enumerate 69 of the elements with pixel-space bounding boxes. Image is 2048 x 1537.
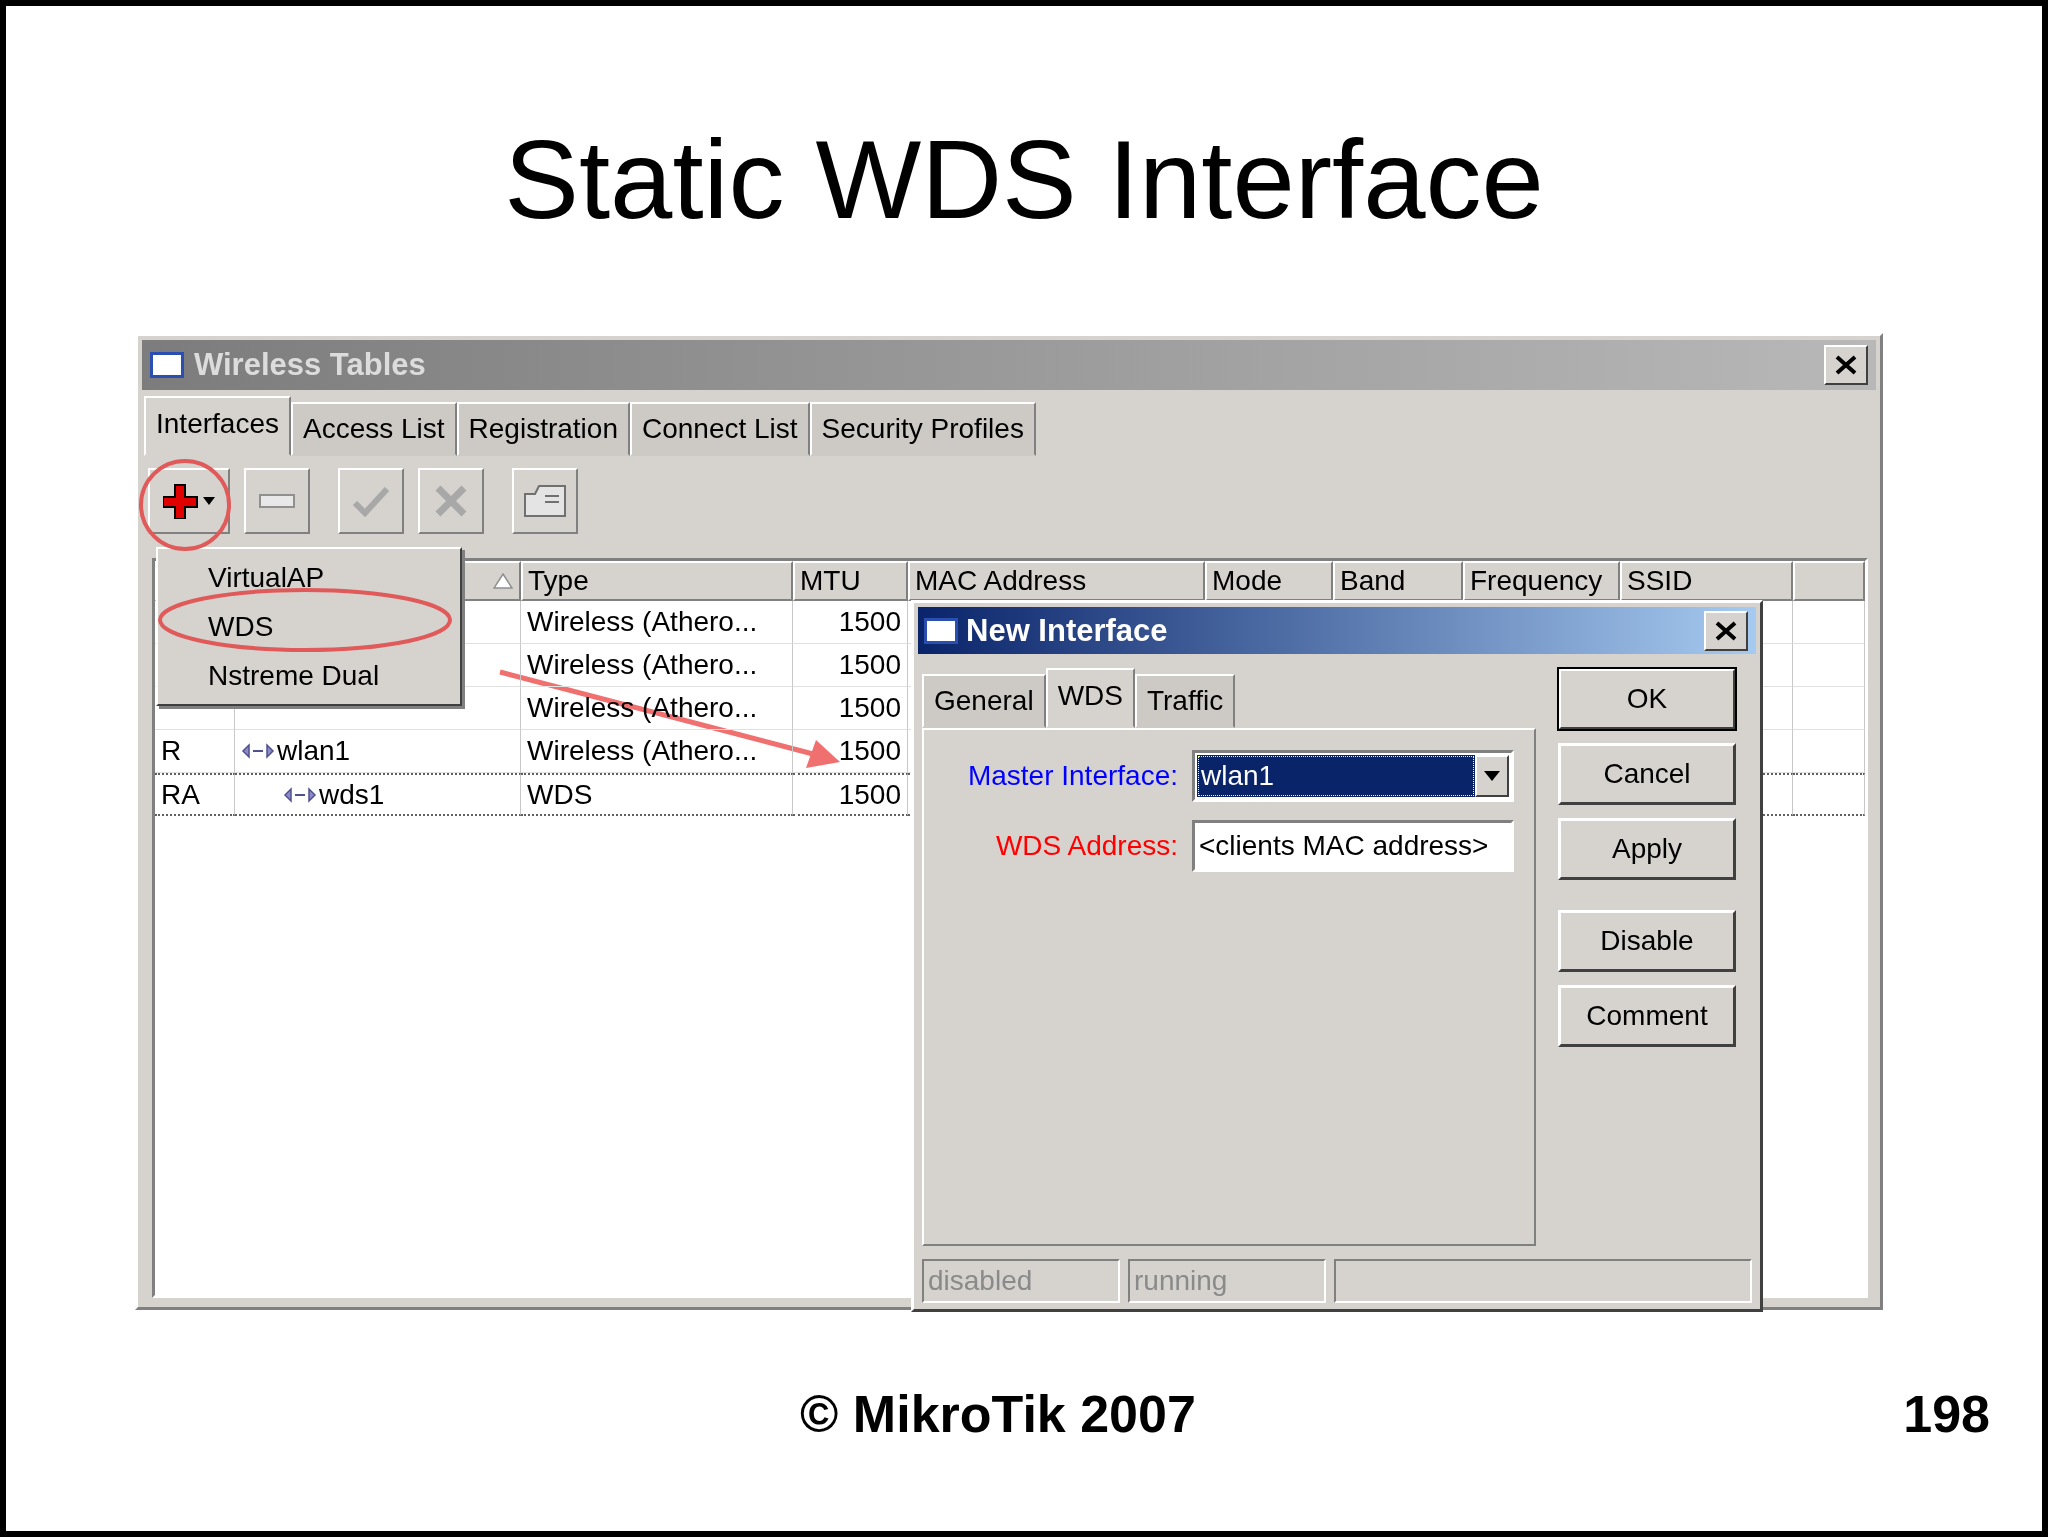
cross-icon bbox=[434, 484, 468, 518]
remove-button[interactable] bbox=[244, 468, 310, 534]
dialog-button[interactable]: Cancel bbox=[1558, 743, 1736, 805]
status-cell: running bbox=[1128, 1259, 1326, 1303]
menu-item[interactable]: Nstreme Dual bbox=[158, 651, 460, 700]
field-label: WDS Address: bbox=[994, 830, 1178, 862]
menu-item[interactable]: VirtualAP bbox=[158, 553, 460, 602]
note-icon bbox=[523, 484, 567, 518]
slide-title: Static WDS Interface bbox=[504, 116, 1544, 244]
column-header[interactable]: MTU bbox=[793, 561, 908, 601]
tab[interactable]: Access List bbox=[290, 402, 457, 456]
close-button[interactable] bbox=[1704, 610, 1748, 651]
table-cell: wlan1 bbox=[277, 735, 351, 767]
table-cell: 1500 bbox=[838, 692, 901, 724]
copyright-footer: © MikroTik 2007 bbox=[800, 1383, 1196, 1444]
page-number: 198 bbox=[1903, 1383, 1990, 1444]
table-cell: Wireless (Athero... bbox=[527, 735, 758, 767]
window-icon bbox=[924, 617, 958, 644]
tab[interactable]: Traffic bbox=[1134, 674, 1236, 728]
sort-icon bbox=[493, 573, 513, 589]
column-header[interactable]: Band bbox=[1333, 561, 1463, 601]
interface-icon bbox=[241, 742, 275, 760]
tab[interactable]: Registration bbox=[456, 402, 630, 456]
column-header[interactable]: SSID bbox=[1620, 561, 1793, 601]
table-cell: wds1 bbox=[319, 778, 385, 811]
caret-icon bbox=[1484, 771, 1500, 781]
status-cell: disabled bbox=[922, 1259, 1120, 1303]
input-field[interactable]: <clients MAC address> bbox=[1192, 820, 1514, 872]
table-cell: Wireless (Athero... bbox=[527, 649, 758, 681]
enable-button[interactable] bbox=[338, 468, 404, 534]
minus-icon bbox=[259, 494, 295, 508]
dialog-button[interactable]: Comment bbox=[1558, 985, 1736, 1047]
column-header[interactable]: Type bbox=[521, 561, 793, 601]
comment-button[interactable] bbox=[512, 468, 578, 534]
add-button[interactable] bbox=[148, 468, 230, 534]
column-header[interactable] bbox=[1793, 561, 1865, 601]
checkmark-icon bbox=[352, 485, 390, 517]
table-cell: 1500 bbox=[838, 649, 901, 681]
tab[interactable]: Security Profiles bbox=[809, 402, 1036, 456]
dialog-button[interactable]: Apply bbox=[1558, 818, 1736, 880]
dialog-button[interactable]: Disable bbox=[1558, 910, 1736, 972]
dialog-button[interactable]: OK bbox=[1558, 668, 1736, 730]
column-header[interactable]: Mode bbox=[1205, 561, 1333, 601]
tab[interactable]: General bbox=[922, 674, 1046, 728]
tab[interactable]: Connect List bbox=[629, 402, 810, 456]
field-label: Master Interface: bbox=[966, 760, 1178, 792]
window-icon bbox=[150, 352, 184, 378]
disable-button[interactable] bbox=[418, 468, 484, 534]
column-header[interactable]: MAC Address bbox=[908, 561, 1205, 601]
dialog-title: New Interface bbox=[966, 612, 1168, 649]
table-cell: RA bbox=[161, 778, 200, 811]
close-icon bbox=[1834, 354, 1858, 376]
table-cell: Wireless (Athero... bbox=[527, 606, 758, 638]
window-title: Wireless Tables bbox=[194, 347, 426, 383]
tab[interactable]: Interfaces bbox=[144, 396, 291, 456]
add-icon bbox=[163, 483, 215, 519]
column-header[interactable]: Frequency bbox=[1463, 561, 1620, 601]
table-cell: WDS bbox=[527, 778, 593, 811]
interface-icon bbox=[283, 785, 317, 804]
table-cell: 1500 bbox=[838, 606, 901, 638]
tab[interactable]: WDS bbox=[1045, 668, 1135, 728]
table-cell: 1500 bbox=[838, 735, 901, 767]
table-cell: 1500 bbox=[838, 778, 901, 811]
close-button[interactable] bbox=[1824, 345, 1868, 385]
menu-item[interactable]: WDS bbox=[158, 602, 460, 651]
dropdown-field[interactable]: wlan1 bbox=[1192, 750, 1514, 802]
table-cell: R bbox=[161, 735, 182, 767]
table-cell: Wireless (Athero... bbox=[527, 692, 758, 724]
close-icon bbox=[1714, 619, 1738, 642]
